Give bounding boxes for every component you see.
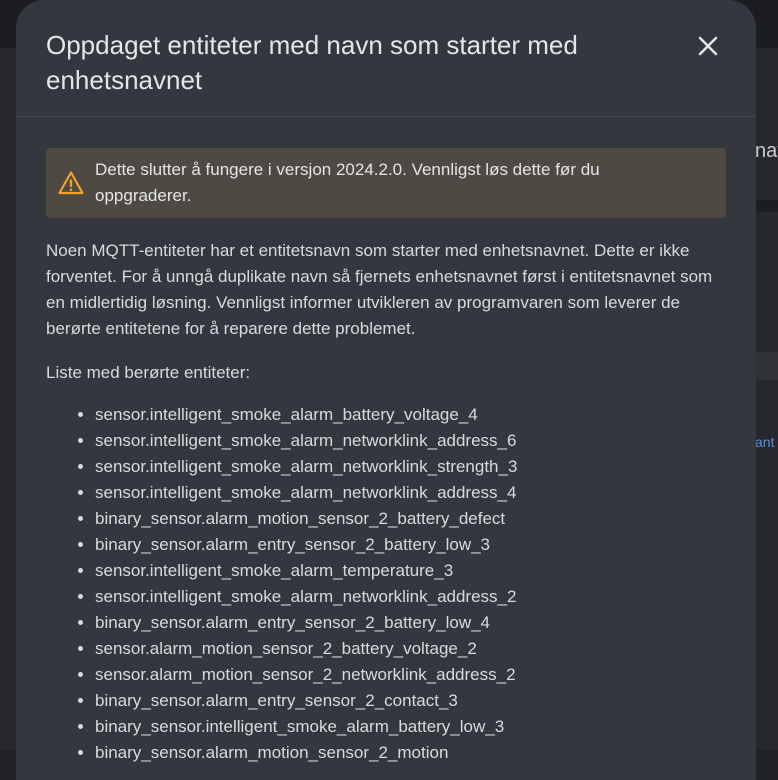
warning-text: Dette slutter å fungere i versjon 2024.2… [95, 160, 600, 205]
list-item: sensor.intelligent_smoke_alarm_temperatu… [95, 558, 517, 584]
list-item: binary_sensor.alarm_entry_sensor_2_batte… [95, 532, 517, 558]
list-item: binary_sensor.alarm_entry_sensor_2_conta… [95, 688, 517, 714]
close-button[interactable] [688, 28, 728, 64]
dialog-title: Oppdaget entiteter med navn som starter … [46, 30, 578, 95]
dialog-header: Oppdaget entiteter med navn som starter … [16, 0, 756, 117]
list-heading: Liste med berørte entiteter: [46, 363, 251, 382]
background-link: ant [755, 434, 775, 450]
list-item: sensor.intelligent_smoke_alarm_networkli… [95, 428, 517, 454]
warning-alert: Dette slutter å fungere i versjon 2024.2… [46, 148, 726, 218]
background-text: nav [755, 140, 778, 162]
list-item: sensor.intelligent_smoke_alarm_networkli… [95, 454, 517, 480]
list-item: binary_sensor.alarm_motion_sensor_2_moti… [95, 740, 517, 766]
list-item: sensor.alarm_motion_sensor_2_battery_vol… [95, 636, 517, 662]
list-item: binary_sensor.alarm_motion_sensor_2_batt… [95, 506, 517, 532]
close-icon[interactable] [697, 35, 719, 57]
repair-dialog: Oppdaget entiteter med navn som starter … [16, 0, 756, 780]
list-item: binary_sensor.intelligent_smoke_alarm_ba… [95, 714, 517, 740]
list-item: sensor.intelligent_smoke_alarm_networkli… [95, 584, 517, 610]
list-item: binary_sensor.alarm_entry_sensor_2_batte… [95, 610, 517, 636]
list-item: sensor.intelligent_smoke_alarm_networkli… [95, 480, 517, 506]
warning-icon [58, 171, 84, 195]
list-item: sensor.intelligent_smoke_alarm_battery_v… [95, 402, 517, 428]
list-item: sensor.alarm_motion_sensor_2_networklink… [95, 662, 517, 688]
entity-list: sensor.intelligent_smoke_alarm_battery_v… [46, 402, 517, 766]
description-text: Noen MQTT-entiteter har et entitetsnavn … [46, 241, 713, 338]
